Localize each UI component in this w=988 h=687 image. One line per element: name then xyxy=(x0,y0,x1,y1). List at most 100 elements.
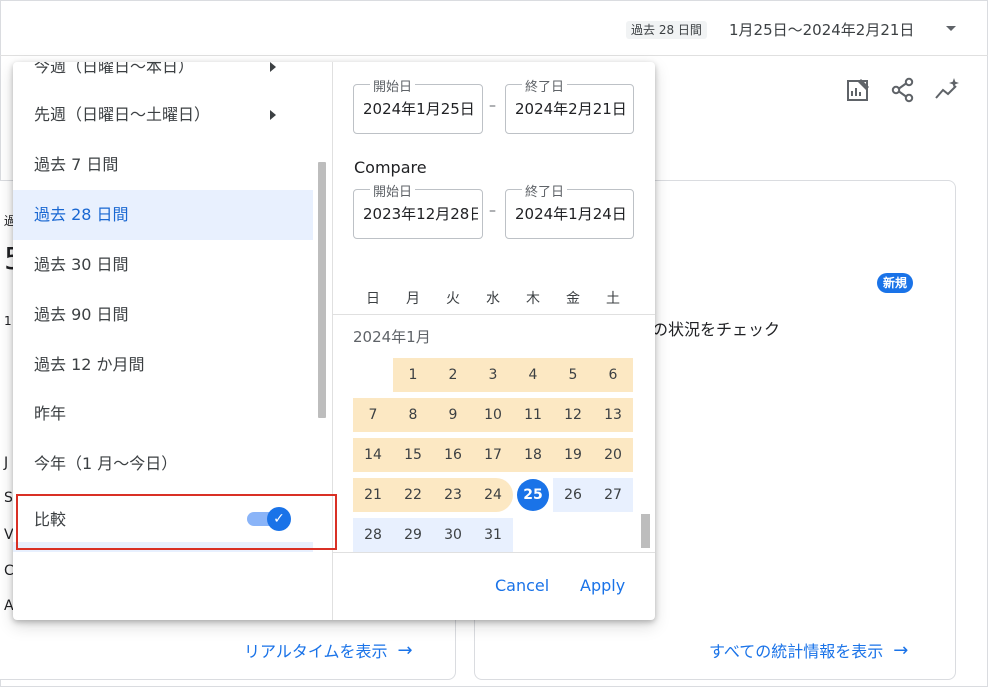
calendar-day[interactable]: 8 xyxy=(393,398,433,432)
preset-item-last-30-days[interactable]: 過去 30 日間 xyxy=(13,240,313,290)
preset-label: 今週（日曜日〜本日） xyxy=(34,62,195,76)
calendar-scrollbar[interactable] xyxy=(641,514,650,548)
edit-report-icon[interactable] xyxy=(844,76,872,104)
calendar-day[interactable]: 25 xyxy=(513,478,553,512)
preset-scrollbar[interactable] xyxy=(318,162,326,418)
submenu-arrow-icon xyxy=(270,110,276,120)
footer-divider xyxy=(333,552,655,553)
calendar-day[interactable]: 16 xyxy=(433,438,473,472)
calendar-day[interactable]: 6 xyxy=(593,358,633,392)
new-badge: 新規 xyxy=(877,273,914,293)
preset-scroll-area: 今週（日曜日〜本日） 先週（日曜日～土曜日） 過去 7 日間 過去 28 日間 … xyxy=(13,62,313,552)
date-separator: – xyxy=(489,98,496,114)
calendar-day[interactable]: 17 xyxy=(473,438,513,472)
weekday-tue: 火 xyxy=(446,291,460,307)
view-all-stats-label: すべての統計情報を表示 xyxy=(709,642,884,661)
share-icon[interactable] xyxy=(889,76,917,104)
start-date-legend: 開始日 xyxy=(370,76,416,95)
calendar-divider xyxy=(333,314,655,315)
calendar-grid: 1 2 3 4 5 6 7 8 9 10 11 12 13 14 15 16 17 18 19 20 21 22 23 24 2… xyxy=(333,352,655,552)
preset-item-this-week[interactable]: 今週（日曜日〜本日） xyxy=(13,62,313,92)
preset-item-last-12-months[interactable]: 過去 12 か月間 xyxy=(13,340,313,390)
highlight-annotation-box xyxy=(16,494,337,550)
arrow-right-icon: → xyxy=(397,639,413,661)
preset-label: 昨年 xyxy=(34,404,67,423)
compare-end-value: 2024年1月24日 xyxy=(515,205,627,223)
month-label: 2024年1月 xyxy=(353,328,431,346)
calendar-day[interactable]: 31 xyxy=(473,518,513,552)
calendar-day[interactable]: 7 xyxy=(353,398,393,432)
compare-start-date-field[interactable]: 開始日 2023年12月28日 xyxy=(353,181,483,239)
calendar-day[interactable]: 28 xyxy=(353,518,393,552)
calendar-day[interactable]: 1 xyxy=(393,358,433,392)
end-date-legend: 終了日 xyxy=(522,76,568,95)
calendar-day[interactable]: 23 xyxy=(433,478,473,512)
submenu-arrow-icon xyxy=(270,62,276,72)
start-date-value: 2024年1月25日 xyxy=(363,100,475,118)
preset-item-this-year[interactable]: 今年（1 月～今日） xyxy=(13,439,313,489)
start-date-field[interactable]: 開始日 2024年1月25日 xyxy=(353,76,483,134)
compare-end-legend: 終了日 xyxy=(522,181,568,200)
preset-label: 先週（日曜日～土曜日） xyxy=(34,105,211,124)
weekday-thu: 木 xyxy=(526,291,540,307)
weekday-sat: 土 xyxy=(606,291,620,307)
calendar-day[interactable]: 29 xyxy=(393,518,433,552)
preset-label: 過去 30 日間 xyxy=(34,255,129,274)
background-fragment: J xyxy=(4,455,9,471)
promo-text: スの状況をチェック xyxy=(636,320,781,339)
top-header: 過去 28 日間 1月25日～2024年2月21日 xyxy=(0,0,988,56)
cancel-button[interactable]: Cancel xyxy=(495,576,549,595)
date-separator: – xyxy=(489,203,496,219)
view-realtime-label: リアルタイムを表示 xyxy=(244,642,388,661)
compare-start-value: 2023年12月28日 xyxy=(363,205,478,223)
calendar-day[interactable]: 24 xyxy=(473,478,513,512)
preset-item-last-7-days[interactable]: 過去 7 日間 xyxy=(13,140,313,190)
background-fragment: S xyxy=(4,490,13,506)
weekday-fri: 金 xyxy=(566,291,580,307)
insights-icon[interactable] xyxy=(934,76,962,104)
compare-start-legend: 開始日 xyxy=(370,181,416,200)
weekday-sun: 日 xyxy=(366,291,380,307)
compare-title: Compare xyxy=(354,158,427,177)
calendar-day[interactable]: 3 xyxy=(473,358,513,392)
calendar-day[interactable]: 20 xyxy=(593,438,633,472)
calendar-day[interactable]: 30 xyxy=(433,518,473,552)
calendar-day[interactable]: 26 xyxy=(553,478,593,512)
calendar-day[interactable]: 12 xyxy=(553,398,593,432)
preset-item-last-28-days[interactable]: 過去 28 日間 xyxy=(13,190,313,240)
calendar-day[interactable]: 14 xyxy=(353,438,393,472)
calendar-day[interactable]: 22 xyxy=(393,478,433,512)
calendar-day[interactable]: 5 xyxy=(553,358,593,392)
compare-end-date-field[interactable]: 終了日 2024年1月24日 xyxy=(505,181,634,239)
caret-down-icon[interactable] xyxy=(946,26,956,31)
today-marker: 25 xyxy=(517,479,549,511)
weekday-mon: 月 xyxy=(406,291,420,307)
date-range-text[interactable]: 1月25日～2024年2月21日 xyxy=(729,19,914,40)
calendar-day[interactable]: 27 xyxy=(593,478,633,512)
preset-item-last-year[interactable]: 昨年 xyxy=(13,389,313,439)
calendar-day[interactable]: 13 xyxy=(593,398,633,432)
preset-label: 過去 28 日間 xyxy=(34,205,129,224)
end-date-field[interactable]: 終了日 2024年2月21日 xyxy=(505,76,634,134)
calendar-day[interactable]: 9 xyxy=(433,398,473,432)
calendar-day[interactable]: 15 xyxy=(393,438,433,472)
view-realtime-link[interactable]: リアルタイムを表示 → xyxy=(244,638,413,662)
calendar-day[interactable]: 18 xyxy=(513,438,553,472)
calendar-day[interactable]: 10 xyxy=(473,398,513,432)
preset-label: 過去 7 日間 xyxy=(34,155,119,174)
arrow-right-icon: → xyxy=(893,639,909,661)
preset-label: 過去 90 日間 xyxy=(34,305,129,324)
calendar-day[interactable]: 19 xyxy=(553,438,593,472)
weekday-wed: 水 xyxy=(486,291,500,307)
calendar-day[interactable]: 11 xyxy=(513,398,553,432)
calendar-day[interactable]: 4 xyxy=(513,358,553,392)
preset-item-last-90-days[interactable]: 過去 90 日間 xyxy=(13,290,313,340)
apply-button[interactable]: Apply xyxy=(580,576,625,595)
view-all-stats-link[interactable]: すべての統計情報を表示 → xyxy=(709,638,908,662)
end-date-value: 2024年2月21日 xyxy=(515,100,627,118)
preset-item-last-week[interactable]: 先週（日曜日～土曜日） xyxy=(13,90,313,140)
date-range-chip: 過去 28 日間 xyxy=(626,21,707,39)
calendar-day[interactable]: 21 xyxy=(353,478,393,512)
preset-label: 過去 12 か月間 xyxy=(34,355,145,374)
calendar-day[interactable]: 2 xyxy=(433,358,473,392)
